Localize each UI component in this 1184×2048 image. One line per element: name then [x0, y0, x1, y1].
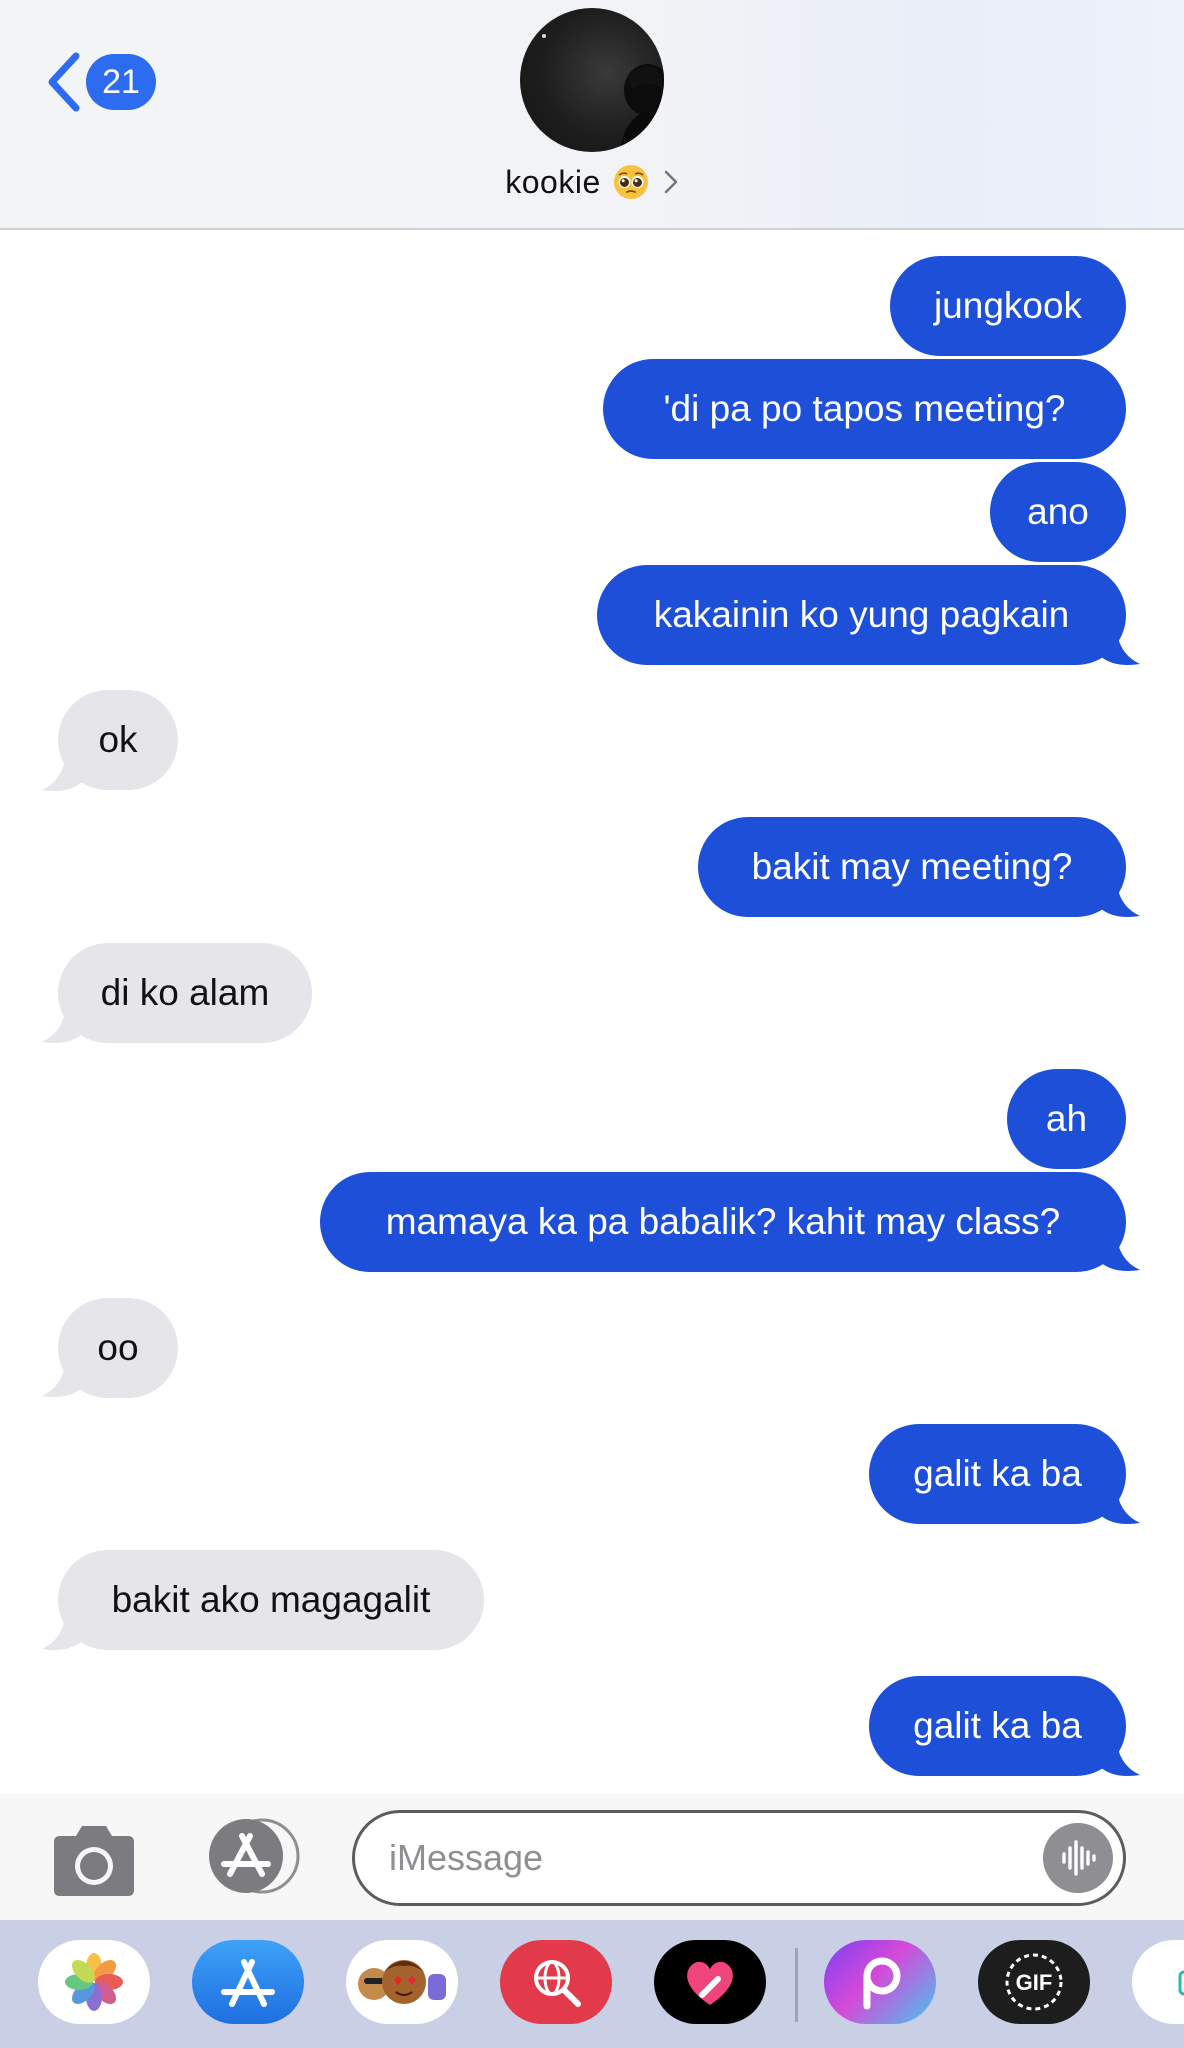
memoji-icon[interactable] [346, 1940, 458, 2024]
camera-icon[interactable] [48, 1824, 140, 1898]
chevron-left-icon [48, 52, 80, 112]
chevron-right-icon [664, 170, 678, 194]
app-drawer: GIF [0, 1920, 1184, 2048]
sent-message[interactable]: jungkook [890, 256, 1126, 356]
gif-glyph: GIF [1005, 1953, 1063, 2011]
drawer-divider [795, 1948, 798, 2022]
globe-search-glyph [534, 1960, 581, 2007]
sent-message[interactable]: galit ka ba [869, 1424, 1126, 1524]
contact-details-link[interactable]: kookie [0, 160, 1184, 204]
partial-app-glyph [1178, 1970, 1184, 1996]
waveform-icon [1062, 1840, 1096, 1876]
sent-message[interactable]: kakainin ko yung pagkain [597, 565, 1126, 665]
message-input[interactable]: iMessage [352, 1810, 1126, 1906]
audio-message-button[interactable] [1043, 1823, 1113, 1893]
avatar-photo [542, 34, 664, 152]
gif-icon[interactable]: GIF [978, 1940, 1090, 2024]
received-message[interactable]: bakit ako magagalit [58, 1550, 484, 1650]
sent-message[interactable]: mamaya ka pa babalik? kahit may class? [320, 1172, 1126, 1272]
photos-icon[interactable] [38, 1940, 150, 2024]
heart-glyph [687, 1961, 733, 2005]
sent-message[interactable]: ah [1007, 1069, 1126, 1169]
sent-message[interactable]: bakit may meeting? [698, 817, 1126, 917]
pleading-face-emoji-icon [613, 165, 648, 199]
compose-bar: iMessage [0, 1794, 1184, 1920]
received-message[interactable]: ok [58, 690, 178, 790]
photos-flower [65, 1953, 123, 2011]
message-input-placeholder: iMessage [389, 1837, 544, 1878]
picsart-glyph [863, 1957, 901, 2010]
app-store-icon[interactable] [192, 1940, 304, 2024]
conversation-header: 21 kookie [0, 0, 1184, 230]
search-images-icon[interactable] [500, 1940, 612, 2024]
sent-message[interactable]: 'di pa po tapos meeting? [603, 359, 1126, 459]
partial-app-icon[interactable] [1132, 1940, 1184, 2024]
sent-message[interactable]: galit ka ba [869, 1676, 1126, 1776]
picsart-icon[interactable] [824, 1940, 936, 2024]
sent-message[interactable]: ano [990, 462, 1126, 562]
digital-touch-icon[interactable] [654, 1940, 766, 2024]
contact-avatar[interactable] [520, 8, 664, 152]
back-button[interactable]: 21 [44, 50, 164, 114]
app-store-glyph [221, 1959, 275, 2007]
app-store-icon[interactable] [200, 1816, 304, 1896]
unread-count-badge: 21 [86, 54, 156, 110]
svg-text:GIF: GIF [1016, 1970, 1053, 1995]
received-message[interactable]: oo [58, 1298, 178, 1398]
memoji-faces [358, 1960, 446, 2004]
received-message[interactable]: di ko alam [58, 943, 312, 1043]
contact-name: kookie [505, 163, 601, 200]
